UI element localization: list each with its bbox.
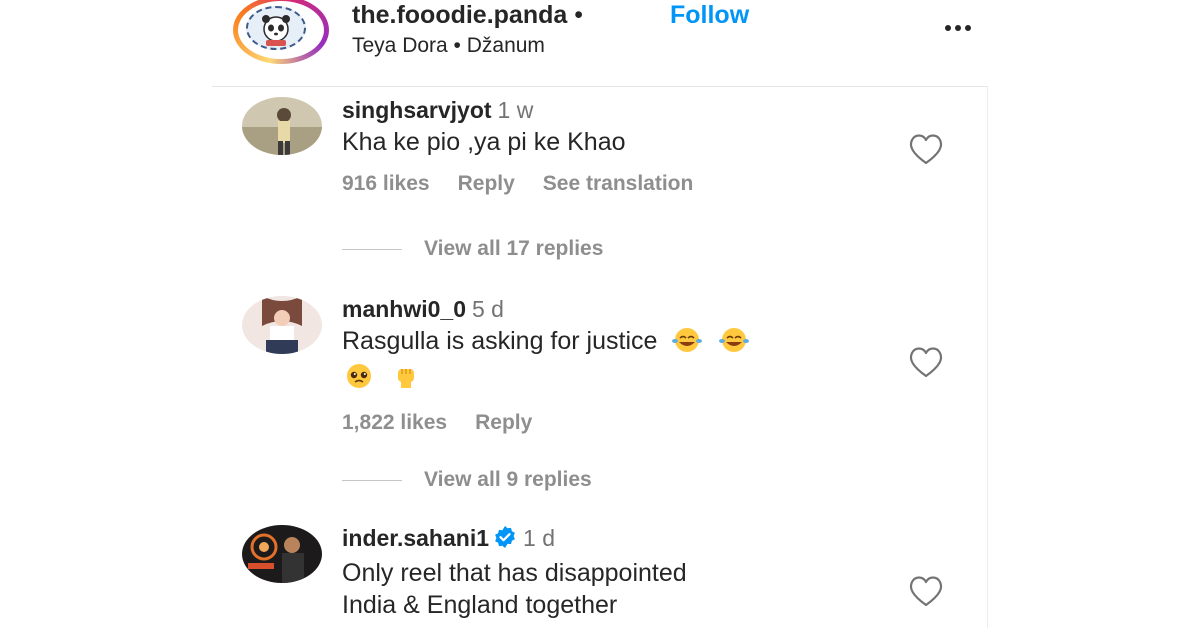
like-heart-icon[interactable] (906, 573, 946, 609)
separator-dot: • (574, 1, 583, 29)
like-heart-icon[interactable] (906, 344, 946, 380)
reply-button[interactable]: Reply (475, 411, 532, 434)
comment-text-content: Rasgulla is asking for justice (342, 327, 658, 355)
verified-badge-icon (493, 525, 517, 555)
comment-username[interactable]: manhwi0_0 (342, 296, 466, 322)
follow-button[interactable]: Follow (670, 1, 749, 30)
comment-text: Kha ke pio ,ya pi ke Khao (342, 128, 626, 156)
audio-label[interactable]: Teya Dora • Džanum (352, 34, 545, 58)
raised-fist-emoji-icon (389, 363, 423, 397)
commenter-avatar[interactable] (242, 296, 322, 354)
reply-button[interactable]: Reply (458, 172, 515, 195)
account-username[interactable]: the.fooodie.panda (352, 1, 567, 29)
laughing-emoji-icon (670, 327, 704, 361)
panda-logo-icon (246, 6, 306, 50)
post-header: the.fooodie.panda • Follow Teya Dora • D… (230, 0, 990, 86)
view-replies-label: View all 17 replies (424, 237, 604, 260)
comment-timestamp: 1 d (523, 525, 555, 551)
comment-text-line: Only reel that has disappointed (342, 559, 687, 587)
comment-likes[interactable]: 916 likes (342, 172, 430, 195)
view-replies-label: View all 9 replies (424, 468, 592, 491)
more-horizontal-icon[interactable] (938, 14, 978, 42)
view-replies-button[interactable]: View all 9 replies (342, 468, 592, 492)
commenter-avatar[interactable] (242, 97, 322, 155)
comment-likes[interactable]: 1,822 likes (342, 411, 447, 434)
comment-username[interactable]: inder.sahani1 (342, 525, 489, 551)
account-name[interactable]: the.fooodie.panda • (352, 1, 583, 30)
account-avatar[interactable] (233, 0, 329, 64)
like-heart-icon[interactable] (906, 131, 946, 167)
comment-timestamp: 5 d (472, 296, 504, 322)
header-divider (212, 86, 988, 87)
comment-text: Only reel that has disappointed India & … (342, 557, 902, 621)
laughing-emoji-icon (717, 327, 751, 361)
panel-border (987, 86, 988, 628)
comment-timestamp: 1 w (497, 97, 534, 123)
pleading-emoji-icon (342, 363, 376, 397)
replies-line (342, 248, 402, 250)
view-replies-button[interactable]: View all 17 replies (342, 237, 603, 261)
commenter-avatar[interactable] (242, 525, 322, 583)
comment-text-line: India & England together (342, 591, 618, 619)
comment-username[interactable]: singhsarvjyot (342, 97, 492, 123)
see-translation-button[interactable]: See translation (543, 172, 694, 195)
replies-line (342, 479, 402, 481)
comment-text: Rasgulla is asking for justice (342, 325, 902, 397)
